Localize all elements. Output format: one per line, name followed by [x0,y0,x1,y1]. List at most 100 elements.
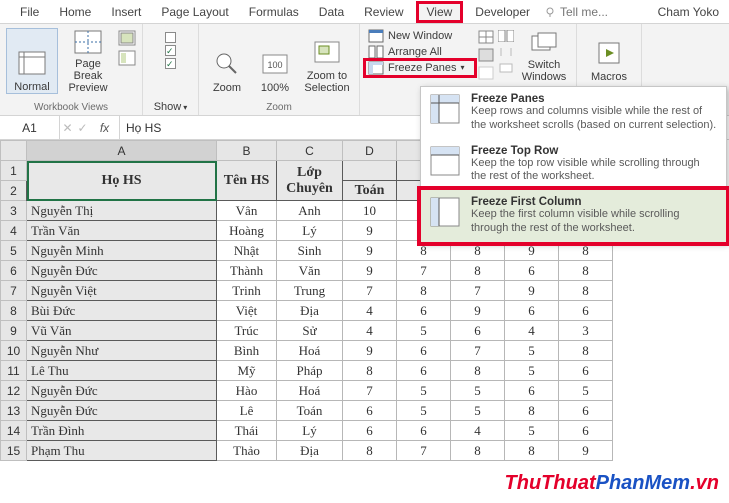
cell-A4[interactable]: Trần Văn [27,221,217,241]
cell-C13[interactable]: Toán [277,401,343,421]
cell-A3[interactable]: Nguyễn Thị [27,201,217,221]
cell-C10[interactable]: Hoá [277,341,343,361]
row-header-1[interactable]: 1 [1,161,27,181]
sync-scrolling-button[interactable] [498,46,514,58]
split-button[interactable] [478,30,494,44]
cell-F9[interactable]: 6 [451,321,505,341]
cell-B5[interactable]: Nhật [217,241,277,261]
cell-A15[interactable]: Phạm Thu [27,441,217,461]
cell-F6[interactable]: 8 [451,261,505,281]
cell-A5[interactable]: Nguyễn Minh [27,241,217,261]
zoom-button[interactable]: Zoom [205,28,249,94]
cell-H8[interactable]: 6 [559,301,613,321]
cell-H11[interactable]: 6 [559,361,613,381]
cell-H14[interactable]: 6 [559,421,613,441]
tab-data[interactable]: Data [309,3,354,21]
cell-D3[interactable]: 10 [343,201,397,221]
cell-F7[interactable]: 7 [451,281,505,301]
reset-window-button[interactable] [498,62,514,74]
cell-B7[interactable]: Trinh [217,281,277,301]
cell-A7[interactable]: Nguyễn Việt [27,281,217,301]
freeze-panes-option[interactable]: Freeze PanesKeep rows and columns visibl… [421,87,726,139]
cell-C1[interactable]: Lớp Chuyên [277,161,343,201]
cell-A11[interactable]: Lê Thu [27,361,217,381]
cell-D14[interactable]: 6 [343,421,397,441]
row-header-15[interactable]: 15 [1,441,27,461]
freeze-panes-button[interactable]: Freeze Panes ▾ [363,58,477,78]
cell-C7[interactable]: Trung [277,281,343,301]
cell-D5[interactable]: 9 [343,241,397,261]
cell-H15[interactable]: 9 [559,441,613,461]
row-header-11[interactable]: 11 [1,361,27,381]
cell-A1[interactable]: Họ HS [27,161,217,201]
cell-F8[interactable]: 9 [451,301,505,321]
row-header-12[interactable]: 12 [1,381,27,401]
cell-B1[interactable]: Tên HS [217,161,277,201]
tell-me[interactable]: Tell me... [544,5,608,19]
cell-A6[interactable]: Nguyễn Đức [27,261,217,281]
zoom-100-button[interactable]: 100 100% [253,28,297,94]
cell-E11[interactable]: 6 [397,361,451,381]
freeze-first-column-option[interactable]: Freeze First ColumnKeep the first column… [417,186,729,246]
cell-G8[interactable]: 6 [505,301,559,321]
hide-button[interactable] [478,48,494,62]
cell-E8[interactable]: 6 [397,301,451,321]
ruler-checkbox[interactable] [165,32,176,43]
tab-page-layout[interactable]: Page Layout [151,3,238,21]
row-header-4[interactable]: 4 [1,221,27,241]
headings-checkbox[interactable] [165,58,176,69]
cell-C15[interactable]: Địa [277,441,343,461]
cell-A8[interactable]: Bùi Đức [27,301,217,321]
row-header-14[interactable]: 14 [1,421,27,441]
gridlines-checkbox[interactable] [165,45,176,56]
tab-developer[interactable]: Developer [465,3,540,21]
cell-D2[interactable]: Toán [343,181,397,201]
cell-F12[interactable]: 5 [451,381,505,401]
col-header-A[interactable]: A [27,141,217,161]
cell-D9[interactable]: 4 [343,321,397,341]
cell-B11[interactable]: Mỹ [217,361,277,381]
cell-D4[interactable]: 9 [343,221,397,241]
cell-G9[interactable]: 4 [505,321,559,341]
view-side-by-side-button[interactable] [498,30,514,42]
tab-formulas[interactable]: Formulas [239,3,309,21]
cell-B4[interactable]: Hoàng [217,221,277,241]
page-layout-button[interactable] [118,30,136,46]
cell-D11[interactable]: 8 [343,361,397,381]
cell-G10[interactable]: 5 [505,341,559,361]
cell-C11[interactable]: Pháp [277,361,343,381]
cell-F15[interactable]: 8 [451,441,505,461]
cell-F14[interactable]: 4 [451,421,505,441]
cell-C6[interactable]: Văn [277,261,343,281]
row-header-9[interactable]: 9 [1,321,27,341]
cell-H10[interactable]: 8 [559,341,613,361]
cell-D7[interactable]: 7 [343,281,397,301]
row-header-10[interactable]: 10 [1,341,27,361]
cell-H12[interactable]: 5 [559,381,613,401]
col-header-C[interactable]: C [277,141,343,161]
tab-review[interactable]: Review [354,3,413,21]
cell-A9[interactable]: Vũ Văn [27,321,217,341]
cell-C12[interactable]: Hoá [277,381,343,401]
chevron-down-icon[interactable]: ▾ [183,103,187,112]
tab-insert[interactable]: Insert [101,3,151,21]
fx-button[interactable]: fx [93,121,117,135]
cell-D15[interactable]: 8 [343,441,397,461]
freeze-top-row-option[interactable]: Freeze Top RowKeep the top row visible w… [421,139,726,191]
cell-F11[interactable]: 8 [451,361,505,381]
macros-button[interactable]: Macros▾ [583,28,635,94]
cell-D6[interactable]: 9 [343,261,397,281]
select-all[interactable] [1,141,27,161]
cell-B15[interactable]: Thảo [217,441,277,461]
cell-C14[interactable]: Lý [277,421,343,441]
cell-G14[interactable]: 5 [505,421,559,441]
cell-E9[interactable]: 5 [397,321,451,341]
row-header-3[interactable]: 3 [1,201,27,221]
cell-H6[interactable]: 8 [559,261,613,281]
cell-E13[interactable]: 5 [397,401,451,421]
row-header-5[interactable]: 5 [1,241,27,261]
cell-C8[interactable]: Địa [277,301,343,321]
cell-A13[interactable]: Nguyễn Đức [27,401,217,421]
cell-G13[interactable]: 8 [505,401,559,421]
cell-B10[interactable]: Bình [217,341,277,361]
